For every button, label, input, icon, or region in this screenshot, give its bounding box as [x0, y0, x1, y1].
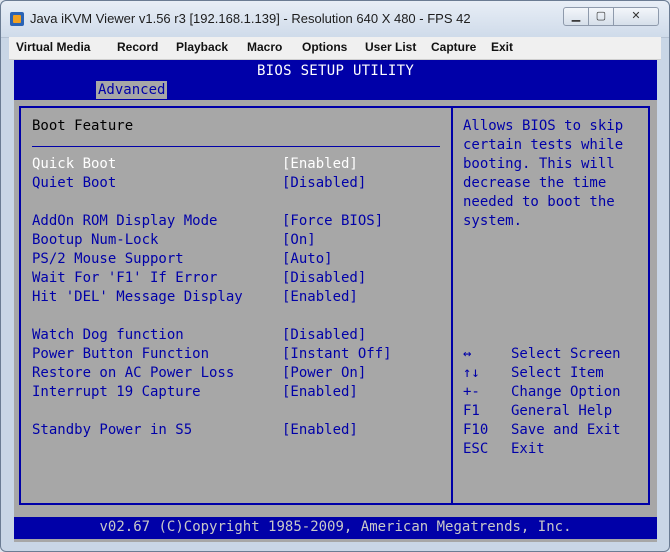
option-hit-del-message-value[interactable]: [Enabled]	[282, 289, 358, 305]
option-quick-boot[interactable]: Quick Boot	[32, 156, 116, 172]
bios-title: BIOS SETUP UTILITY	[256, 63, 415, 79]
option-interrupt-19-capture-value[interactable]: [Enabled]	[282, 384, 358, 400]
minimize-icon: ▁	[571, 10, 581, 22]
option-quiet-boot-value[interactable]: [Disabled]	[282, 175, 366, 191]
option-hit-del-message[interactable]: Hit 'DEL' Message Display	[32, 289, 243, 305]
close-icon: ✕	[631, 10, 641, 22]
section-title: Boot Feature	[32, 118, 134, 134]
option-power-button-function-value[interactable]: [Instant Off]	[282, 346, 392, 362]
option-bootup-num-lock[interactable]: Bootup Num-Lock	[32, 232, 158, 248]
option-watch-dog[interactable]: Watch Dog function	[32, 327, 184, 343]
key-f10: F10	[463, 422, 489, 438]
help-text-line: Allows BIOS to skip	[463, 118, 624, 134]
left-right-arrow-icon: ↔	[463, 346, 472, 362]
close-button[interactable]: ✕	[613, 7, 659, 26]
help-text-line: decrease the time	[463, 175, 607, 191]
ikvm-window: Java iKVM Viewer v1.56 r3 [192.168.1.139…	[0, 0, 670, 552]
option-restore-ac-power-loss-value[interactable]: [Power On]	[282, 365, 366, 381]
tab-advanced[interactable]: Advanced	[96, 81, 168, 99]
minimize-button[interactable]: ▁	[563, 7, 589, 26]
option-addon-rom-display-mode-value[interactable]: [Force BIOS]	[282, 213, 383, 229]
key-desc-change-option: Change Option	[511, 384, 621, 400]
option-ps2-mouse-support[interactable]: PS/2 Mouse Support	[32, 251, 184, 267]
option-quiet-boot[interactable]: Quiet Boot	[32, 175, 116, 191]
option-interrupt-19-capture[interactable]: Interrupt 19 Capture	[32, 384, 201, 400]
key-desc-general-help: General Help	[511, 403, 613, 419]
menu-user-list[interactable]: User List	[365, 40, 416, 54]
section-divider	[32, 146, 440, 147]
option-addon-rom-display-mode[interactable]: AddOn ROM Display Mode	[32, 213, 217, 229]
key-plus-minus: +-	[463, 384, 480, 400]
option-wait-for-f1[interactable]: Wait For 'F1' If Error	[32, 270, 217, 286]
key-f1: F1	[463, 403, 480, 419]
menu-exit[interactable]: Exit	[491, 40, 513, 54]
bios-screen[interactable]: BIOS SETUP UTILITY Advanced Boot Feature…	[14, 60, 657, 542]
option-restore-ac-power-loss[interactable]: Restore on AC Power Loss	[32, 365, 234, 381]
option-quick-boot-value[interactable]: [Enabled]	[282, 156, 358, 172]
key-desc-save-exit: Save and Exit	[511, 422, 621, 438]
bios-footer: v02.67 (C)Copyright 1985-2009, American …	[14, 517, 657, 539]
key-desc-select-screen: Select Screen	[511, 346, 621, 362]
maximize-icon: ▢	[595, 10, 607, 22]
menu-bar: Virtual Media Record Playback Macro Opti…	[9, 37, 661, 60]
help-text-line: certain tests while	[463, 137, 624, 153]
java-app-icon	[10, 12, 24, 26]
menu-capture[interactable]: Capture	[431, 40, 476, 54]
help-text-line: system.	[463, 213, 523, 229]
option-standby-power-s5[interactable]: Standby Power in S5	[32, 422, 192, 438]
help-text-line: needed to boot the	[463, 194, 615, 210]
up-down-arrow-icon: ↑↓	[463, 365, 480, 381]
menu-playback[interactable]: Playback	[176, 40, 228, 54]
option-ps2-mouse-support-value[interactable]: [Auto]	[282, 251, 333, 267]
bios-header: BIOS SETUP UTILITY Advanced	[14, 60, 657, 100]
option-power-button-function[interactable]: Power Button Function	[32, 346, 209, 362]
panel-divider	[451, 106, 453, 505]
key-desc-exit: Exit	[511, 441, 545, 457]
title-bar[interactable]: Java iKVM Viewer v1.56 r3 [192.168.1.139…	[1, 1, 669, 38]
option-watch-dog-value[interactable]: [Disabled]	[282, 327, 366, 343]
menu-virtual-media[interactable]: Virtual Media	[16, 40, 90, 54]
help-text-line: booting. This will	[463, 156, 615, 172]
menu-macro[interactable]: Macro	[247, 40, 282, 54]
option-standby-power-s5-value[interactable]: [Enabled]	[282, 422, 358, 438]
option-bootup-num-lock-value[interactable]: [On]	[282, 232, 316, 248]
menu-record[interactable]: Record	[117, 40, 158, 54]
key-desc-select-item: Select Item	[511, 365, 604, 381]
window-title: Java iKVM Viewer v1.56 r3 [192.168.1.139…	[30, 11, 471, 26]
maximize-button[interactable]: ▢	[588, 7, 614, 26]
option-wait-for-f1-value[interactable]: [Disabled]	[282, 270, 366, 286]
copyright-text: v02.67 (C)Copyright 1985-2009, American …	[99, 519, 572, 535]
key-esc: ESC	[463, 441, 489, 457]
menu-options[interactable]: Options	[302, 40, 347, 54]
